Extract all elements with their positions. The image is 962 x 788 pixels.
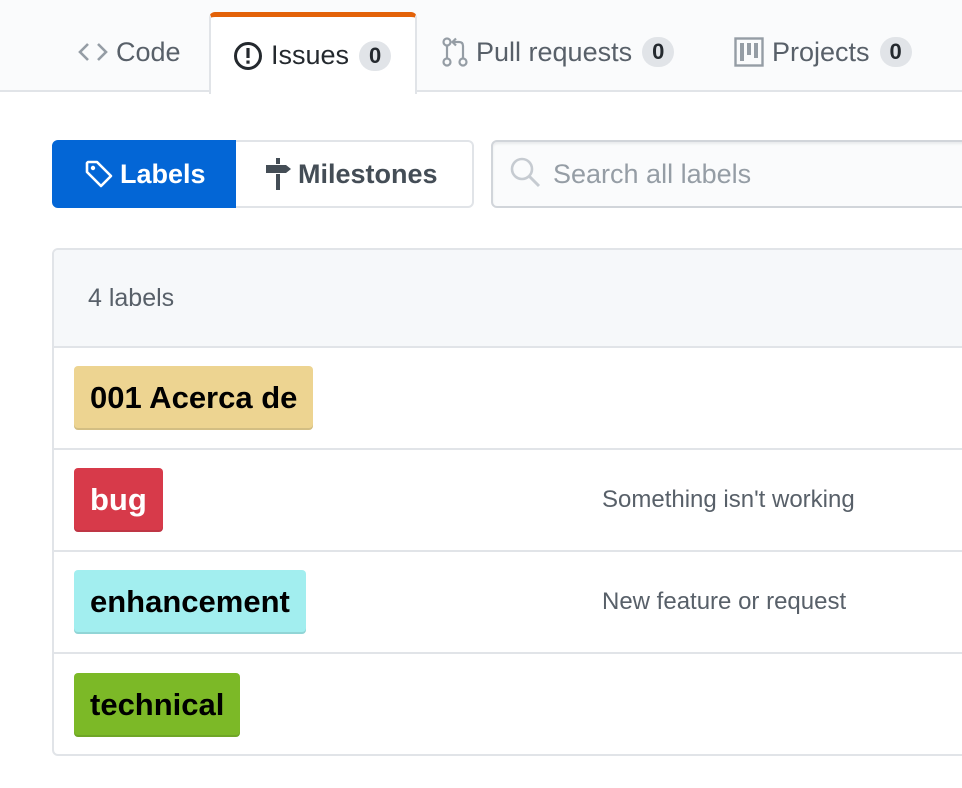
label-pill[interactable]: 001 Acerca de <box>74 366 314 430</box>
git-pull-request-icon <box>442 36 468 68</box>
label-pill[interactable]: enhancement <box>74 570 306 634</box>
label-pill[interactable]: technical <box>74 673 241 737</box>
labels-link-label: Labels <box>120 158 206 189</box>
label-row: bug Something isn't working <box>54 450 962 552</box>
tab-pull-requests[interactable]: Pull requests 0 <box>442 12 675 92</box>
issue-opened-icon <box>233 41 263 71</box>
search-icon <box>509 156 541 193</box>
tag-icon <box>84 159 114 189</box>
label-description: New feature or request <box>602 588 847 615</box>
milestones-link-label: Milestones <box>298 158 438 189</box>
labels-box: 4 labels 001 Acerca de bug Something isn… <box>52 248 962 756</box>
label-row: enhancement New feature or request <box>54 552 962 654</box>
tab-projects-label: Projects <box>772 36 870 67</box>
milestones-link[interactable]: Milestones <box>236 140 474 208</box>
repo-nav: Code Issues 0 Pull requests 0 Projects 0 <box>0 0 962 94</box>
labels-count: 4 labels <box>88 283 175 312</box>
label-row: 001 Acerca de <box>54 348 962 450</box>
tab-issues-label: Issues <box>271 40 350 70</box>
tab-code-label: Code <box>116 36 181 67</box>
label-description: Something isn't working <box>602 486 855 513</box>
labels-count-header: 4 labels <box>54 250 962 348</box>
code-icon <box>78 40 108 64</box>
label-search-field[interactable] <box>491 140 962 208</box>
project-icon <box>734 37 764 67</box>
tab-issues[interactable]: Issues 0 <box>209 12 417 94</box>
labels-link[interactable]: Labels <box>52 140 236 208</box>
tab-pull-requests-label: Pull requests <box>476 36 633 67</box>
projects-counter: 0 <box>879 37 912 67</box>
tab-code[interactable]: Code <box>78 12 181 92</box>
labels-milestones-subnav: Labels Milestones <box>52 140 474 208</box>
pull-requests-counter: 0 <box>642 37 675 67</box>
issues-counter: 0 <box>359 40 392 71</box>
label-pill[interactable]: bug <box>74 468 163 532</box>
tab-projects[interactable]: Projects 0 <box>734 12 912 92</box>
label-row: technical <box>54 654 962 754</box>
search-input[interactable] <box>553 158 953 190</box>
milestone-icon <box>264 157 292 191</box>
